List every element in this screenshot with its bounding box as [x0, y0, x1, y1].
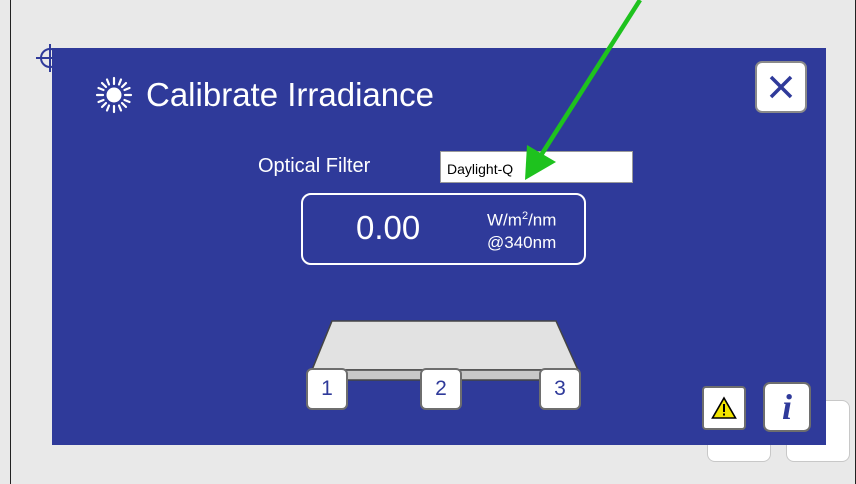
- irradiance-unit: W/m2/nm @340nm: [487, 205, 556, 254]
- close-button[interactable]: [755, 61, 807, 113]
- unit-wavelength: @340nm: [487, 232, 557, 252]
- irradiance-readout: 0.00 W/m2/nm @340nm: [301, 193, 586, 265]
- position-1-button[interactable]: 1: [306, 368, 348, 410]
- info-button[interactable]: i: [763, 382, 811, 432]
- unit-prefix: W/m: [487, 210, 522, 230]
- close-icon: [769, 75, 793, 99]
- unit-suffix: /nm: [528, 210, 557, 230]
- optical-filter-label: Optical Filter: [258, 155, 371, 177]
- dialog-title: Calibrate Irradiance: [146, 76, 434, 113]
- position-2-button[interactable]: 2: [420, 368, 462, 410]
- warning-icon: [711, 396, 737, 419]
- sun-icon: [95, 76, 133, 114]
- dialog-title-row: Calibrate Irradiance: [94, 70, 434, 120]
- irradiance-value: 0.00: [356, 209, 421, 246]
- optical-filter-field[interactable]: Daylight-Q: [440, 151, 633, 183]
- position-3-button[interactable]: 3: [539, 368, 581, 410]
- warning-button[interactable]: [702, 386, 746, 430]
